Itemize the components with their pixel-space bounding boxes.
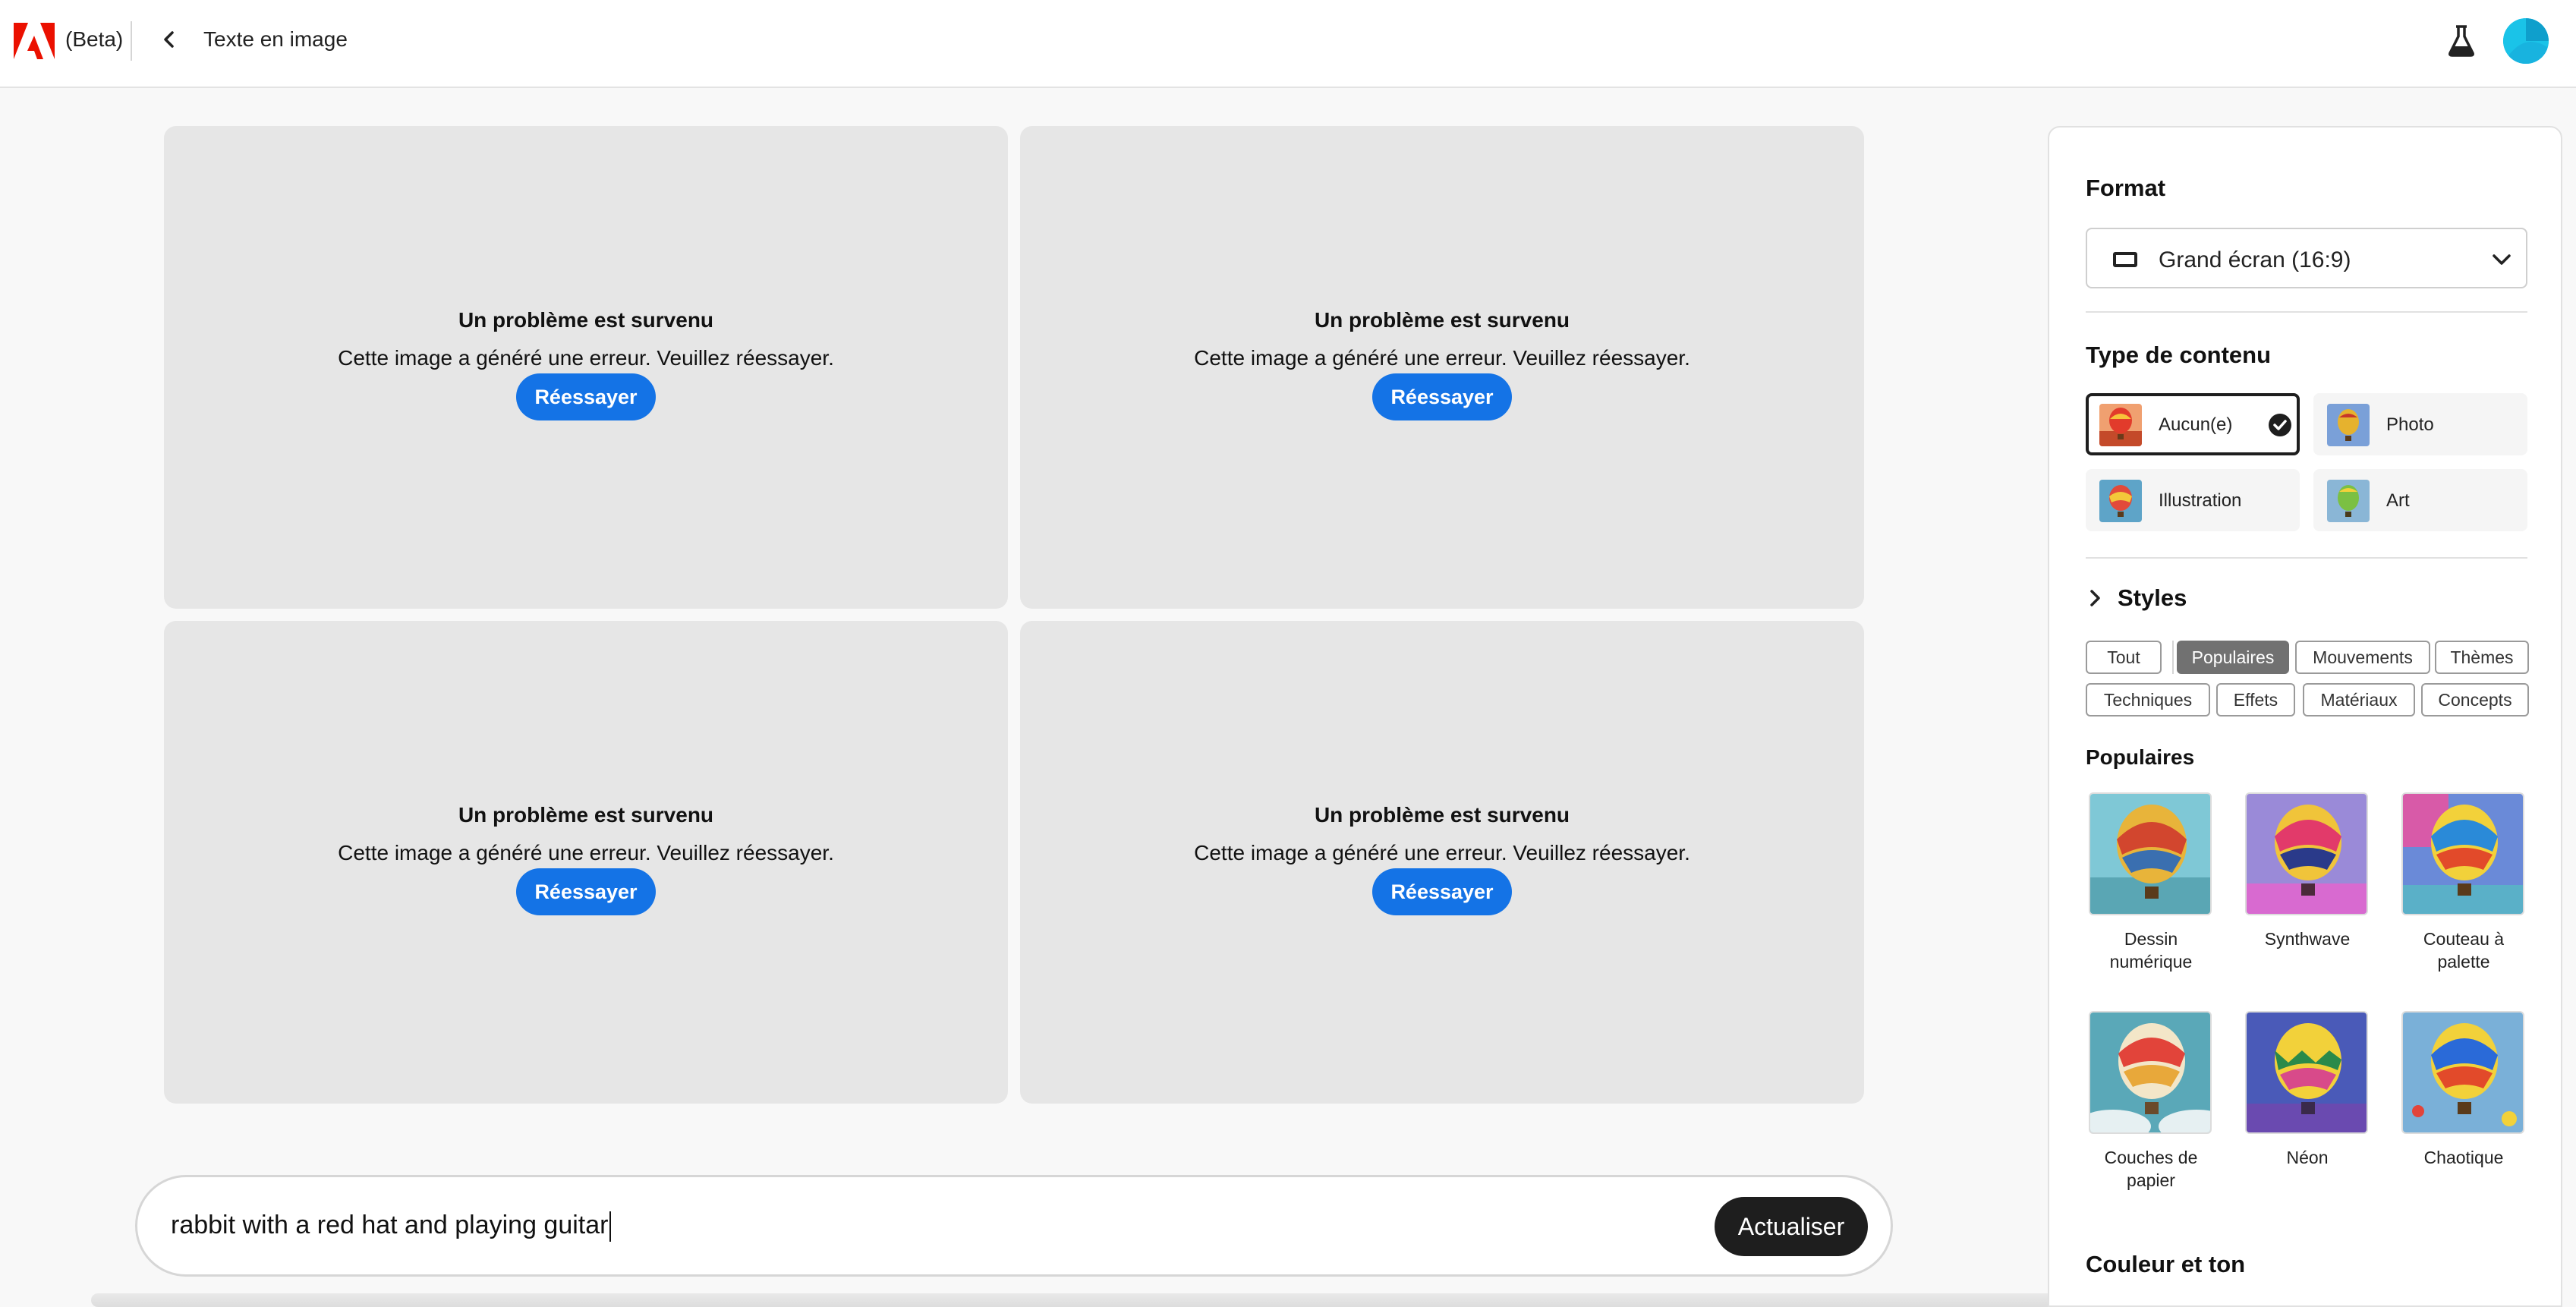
- update-button[interactable]: Actualiser: [1715, 1197, 1868, 1256]
- balloon-thumbnail-icon: [2099, 404, 2142, 446]
- balloon-palette-knife-icon: [2403, 794, 2523, 914]
- content-type-label: Art: [2386, 490, 2410, 511]
- page-title: Texte en image: [203, 27, 348, 51]
- balloon-neon-icon: [2247, 1013, 2367, 1132]
- content-type-label: Illustration: [2159, 490, 2242, 511]
- style-thumb-couches-de-papier[interactable]: [2089, 1011, 2212, 1134]
- app-header: (Beta) Texte en image: [0, 0, 2576, 88]
- balloon-art-thumbnail-icon: [2327, 480, 2370, 522]
- chip-populaires[interactable]: Populaires: [2177, 641, 2289, 674]
- style-thumb-chaotique[interactable]: [2401, 1011, 2524, 1134]
- content-type-illustration[interactable]: Illustration: [2086, 469, 2300, 531]
- balloon-photo-thumbnail-icon: [2327, 404, 2370, 446]
- user-avatar[interactable]: [2503, 18, 2549, 64]
- retry-button[interactable]: Réessayer: [516, 373, 656, 420]
- widescreen-icon: [2113, 252, 2137, 267]
- chevron-down-icon: [2493, 254, 2511, 265]
- retry-button[interactable]: Réessayer: [1372, 373, 1512, 420]
- balloon-digital-icon: [2090, 794, 2210, 914]
- prompt-value: rabbit with a red hat and playing guitar: [171, 1211, 609, 1239]
- style-label: Chaotique: [2423, 1148, 2504, 1167]
- chip-techniques[interactable]: Techniques: [2086, 683, 2210, 716]
- retry-button[interactable]: Réessayer: [516, 868, 656, 915]
- chip-concepts[interactable]: Concepts: [2421, 683, 2529, 716]
- chip-themes[interactable]: Thèmes: [2435, 641, 2529, 674]
- error-message: Cette image a généré une erreur. Veuille…: [1194, 346, 1690, 370]
- result-card-2: Un problème est survenu Cette image a gé…: [1020, 126, 1864, 609]
- error-message: Cette image a généré une erreur. Veuille…: [1194, 841, 1690, 865]
- adobe-logo-icon[interactable]: [14, 23, 55, 59]
- error-title: Un problème est survenu: [458, 308, 714, 332]
- prompt-input[interactable]: rabbit with a red hat and playing guitar: [171, 1211, 612, 1242]
- style-label: Synthwave: [2264, 929, 2351, 949]
- popular-title: Populaires: [2086, 745, 2195, 769]
- section-divider: [2086, 557, 2527, 559]
- content-type-none[interactable]: Aucun(e): [2086, 393, 2300, 455]
- back-button[interactable]: [155, 26, 182, 53]
- style-thumb-synthwave[interactable]: [2245, 792, 2368, 915]
- result-card-4: Un problème est survenu Cette image a gé…: [1020, 621, 1864, 1104]
- prompt-bar: rabbit with a red hat and playing guitar…: [135, 1175, 1893, 1277]
- style-thumb-couteau-a-palette[interactable]: [2401, 792, 2524, 915]
- content-type-art[interactable]: Art: [2313, 469, 2527, 531]
- chevron-right-icon: [2090, 590, 2100, 606]
- balloon-illustration-thumbnail-icon: [2099, 480, 2142, 522]
- style-label: Couteau à palette: [2423, 929, 2505, 972]
- retry-button[interactable]: Réessayer: [1372, 868, 1512, 915]
- text-caret: [609, 1211, 612, 1242]
- result-card-1: Un problème est survenu Cette image a gé…: [164, 126, 1008, 609]
- format-select[interactable]: Grand écran (16:9): [2086, 228, 2527, 288]
- style-thumb-neon[interactable]: [2245, 1011, 2368, 1134]
- content-type-title: Type de contenu: [2086, 342, 2272, 368]
- style-label: Néon: [2286, 1148, 2329, 1167]
- content-type-photo[interactable]: Photo: [2313, 393, 2527, 455]
- content-type-label: Photo: [2386, 414, 2434, 435]
- header-divider: [131, 21, 132, 61]
- error-title: Un problème est survenu: [458, 803, 714, 827]
- styles-toggle[interactable]: Styles: [2086, 584, 2187, 612]
- balloon-chaotic-icon: [2403, 1013, 2523, 1132]
- content-type-label: Aucun(e): [2159, 414, 2233, 435]
- styles-title: Styles: [2118, 584, 2187, 611]
- balloon-synthwave-icon: [2247, 794, 2367, 914]
- chevron-left-icon: [164, 31, 174, 48]
- result-card-3: Un problème est survenu Cette image a gé…: [164, 621, 1008, 1104]
- error-message: Cette image a généré une erreur. Veuille…: [338, 841, 834, 865]
- chip-effets[interactable]: Effets: [2216, 683, 2295, 716]
- error-title: Un problème est survenu: [1314, 803, 1570, 827]
- error-title: Un problème est survenu: [1314, 308, 1570, 332]
- style-thumb-dessin-numerique[interactable]: [2089, 792, 2212, 915]
- style-label: Couches de papier: [2104, 1148, 2198, 1190]
- style-label: Dessin numérique: [2109, 929, 2193, 972]
- chip-separator: [2172, 641, 2174, 674]
- section-divider: [2086, 311, 2527, 313]
- flask-icon[interactable]: [2447, 24, 2476, 58]
- avatar-graphic-icon: [2503, 18, 2549, 64]
- balloon-paper-layers-icon: [2090, 1013, 2210, 1132]
- color-tone-title: Couleur et ton: [2086, 1251, 2246, 1277]
- settings-panel: Format Grand écran (16:9) Type de conten…: [2048, 126, 2562, 1307]
- chip-mouvements[interactable]: Mouvements: [2295, 641, 2430, 674]
- error-message: Cette image a généré une erreur. Veuille…: [338, 346, 834, 370]
- format-title: Format: [2086, 175, 2166, 201]
- format-value: Grand écran (16:9): [2159, 247, 2351, 272]
- chip-materiaux[interactable]: Matériaux: [2303, 683, 2415, 716]
- chip-tout[interactable]: Tout: [2086, 641, 2162, 674]
- beta-label: (Beta): [65, 27, 124, 51]
- checkmark-circle-icon: [2269, 414, 2291, 436]
